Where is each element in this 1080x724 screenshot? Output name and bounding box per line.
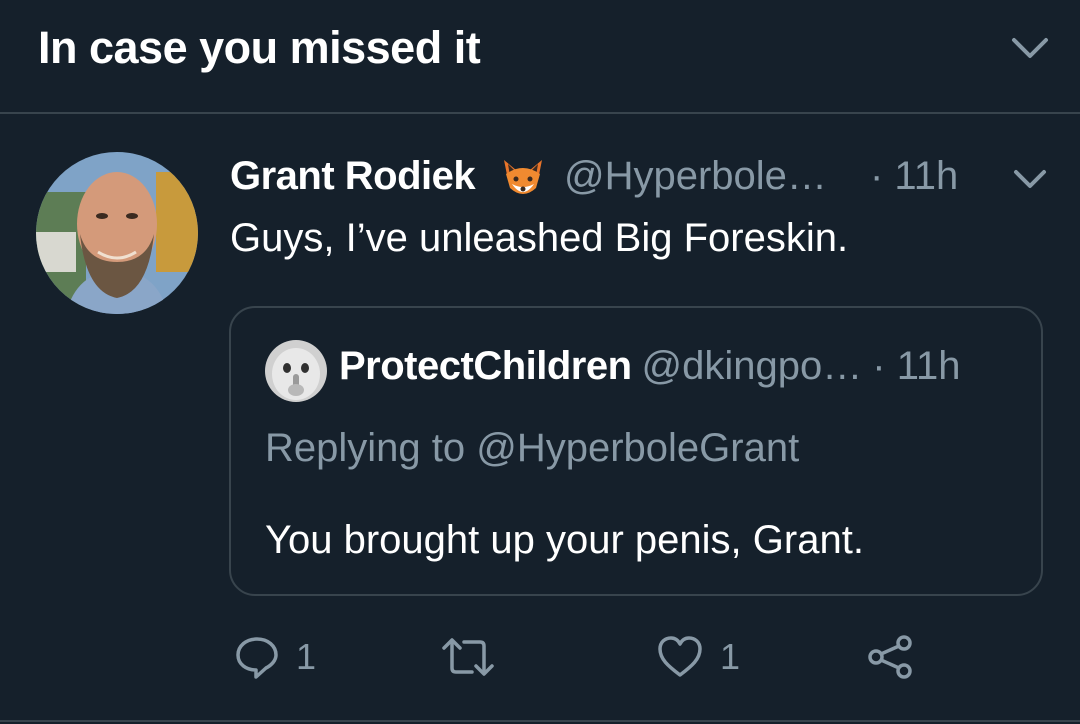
heart-icon xyxy=(658,636,702,677)
author-name[interactable]: Grant Rodiek xyxy=(230,154,476,199)
divider xyxy=(0,720,1080,722)
section-title: In case you missed it xyxy=(38,22,481,73)
quoted-text: You brought up your penis, Grant. xyxy=(265,518,864,562)
chevron-down-icon[interactable] xyxy=(1008,30,1052,66)
tweet-header: Grant Rodiek @Hyperbole… · 11h xyxy=(230,154,1050,204)
share-icon xyxy=(868,635,912,679)
chevron-down-icon[interactable] xyxy=(1010,164,1050,194)
author-handle[interactable]: @Hyperbole… xyxy=(564,154,827,199)
retweet-button[interactable] xyxy=(440,632,496,682)
reply-button[interactable]: 1 xyxy=(234,632,316,682)
quoted-author-name[interactable]: ProtectChildren xyxy=(339,344,632,388)
like-count: 1 xyxy=(720,636,741,677)
tweet-text: Guys, I’ve unleashed Big Foreskin. xyxy=(230,216,849,260)
share-button[interactable] xyxy=(866,632,914,682)
quoted-avatar[interactable] xyxy=(265,340,327,402)
quoted-header: ProtectChildren @dkingpo… · 11h xyxy=(339,344,960,389)
quoted-tweet[interactable]: ProtectChildren @dkingpo… · 11h Replying t… xyxy=(229,306,1043,596)
replying-to[interactable]: Replying to @HyperboleGrant xyxy=(265,426,799,471)
retweet-icon xyxy=(442,638,494,676)
tweet[interactable]: Grant Rodiek @Hyperbole… · 11h Guys, I’v… xyxy=(0,114,1080,724)
fox-face-icon xyxy=(504,160,542,194)
quoted-time[interactable]: · 11h xyxy=(872,344,960,388)
reply-icon xyxy=(236,637,278,679)
quoted-author-handle[interactable]: @dkingpo… xyxy=(642,344,863,388)
tweet-time[interactable]: · 11h xyxy=(870,154,958,199)
section-header: In case you missed it xyxy=(0,0,1080,114)
avatar[interactable] xyxy=(36,152,198,314)
reply-count: 1 xyxy=(296,636,317,677)
like-button[interactable]: 1 xyxy=(656,632,740,682)
